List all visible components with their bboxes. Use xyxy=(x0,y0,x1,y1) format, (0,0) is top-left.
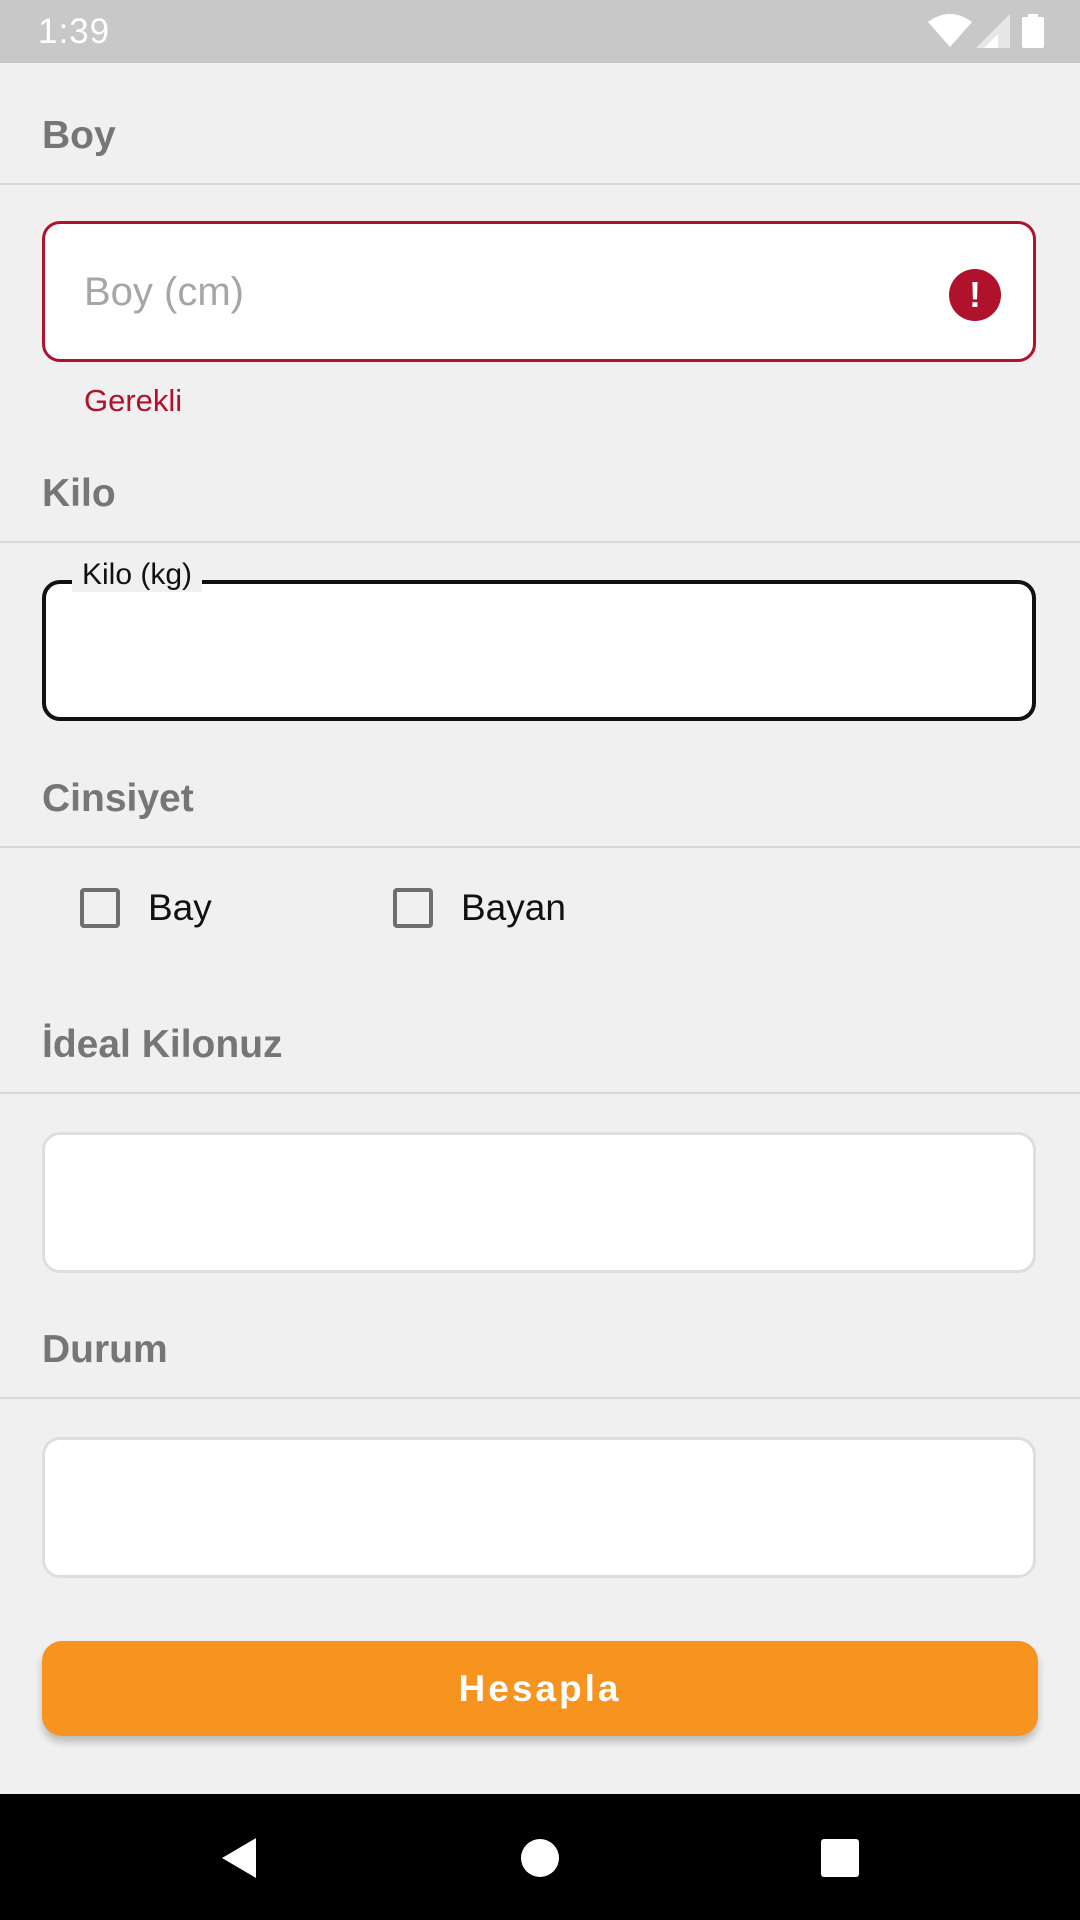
battery-icon xyxy=(1022,14,1044,48)
divider xyxy=(0,1397,1080,1399)
status-bar: 1:39 xyxy=(0,0,1080,63)
checkbox-bayan[interactable] xyxy=(393,888,433,928)
home-icon[interactable] xyxy=(516,1834,564,1882)
calculate-button[interactable]: Hesapla xyxy=(42,1641,1038,1736)
checkbox-bay[interactable] xyxy=(80,888,120,928)
section-label-gender: Cinsiyet xyxy=(42,777,194,820)
divider xyxy=(0,846,1080,848)
height-input-placeholder: Boy (cm) xyxy=(84,270,244,314)
height-error-text: Gerekli xyxy=(84,383,183,418)
section-label-weight: Kilo xyxy=(42,472,116,515)
section-label-height: Boy xyxy=(42,114,116,157)
section-label-ideal-weight: İdeal Kilonuz xyxy=(42,1023,283,1066)
ideal-weight-output[interactable] xyxy=(42,1132,1036,1273)
status-output[interactable] xyxy=(42,1437,1036,1578)
cellular-signal-icon xyxy=(976,14,1010,48)
section-label-status: Durum xyxy=(42,1328,168,1371)
status-time: 1:39 xyxy=(38,12,111,51)
back-icon[interactable] xyxy=(216,1834,264,1882)
divider xyxy=(0,1092,1080,1094)
height-input[interactable]: Boy (cm) ! xyxy=(42,221,1036,362)
navigation-bar xyxy=(0,1794,1080,1920)
divider xyxy=(0,183,1080,185)
error-icon: ! xyxy=(949,269,1001,321)
weight-input-label: Kilo (kg) xyxy=(72,558,203,592)
weight-input[interactable]: Kilo (kg) xyxy=(42,558,1036,721)
recents-icon[interactable] xyxy=(816,1834,864,1882)
checkbox-label-bayan[interactable]: Bayan xyxy=(461,887,566,929)
checkbox-label-bay[interactable]: Bay xyxy=(148,887,212,929)
wifi-icon xyxy=(928,14,972,47)
divider xyxy=(0,541,1080,543)
